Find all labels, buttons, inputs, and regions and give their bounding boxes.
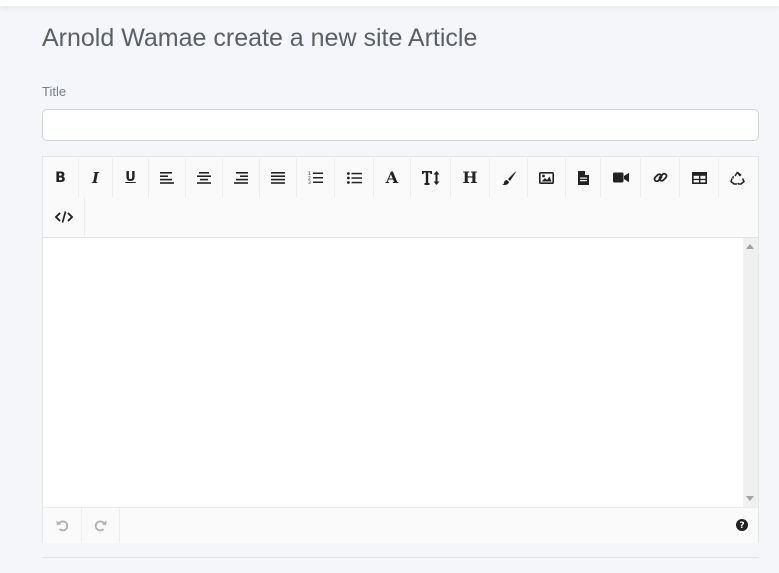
align-left-icon — [160, 171, 174, 184]
file-icon — [577, 170, 589, 185]
unordered-list-icon — [346, 171, 362, 184]
editor-content-area[interactable] — [43, 238, 743, 507]
ordered-list-button[interactable]: 123 — [297, 158, 335, 197]
redo-button[interactable] — [81, 508, 120, 542]
heading-button[interactable]: H — [451, 158, 490, 197]
font-icon: A — [385, 168, 399, 187]
table-icon — [691, 171, 707, 184]
scroll-up-arrow-icon[interactable] — [746, 244, 754, 249]
undo-icon — [56, 520, 68, 531]
form-divider — [42, 557, 759, 558]
header-icon: H — [462, 168, 478, 187]
align-left-button[interactable] — [149, 158, 186, 197]
question-circle-icon[interactable]: ? — [736, 519, 748, 531]
align-right-icon — [234, 171, 248, 184]
insert-link-button[interactable] — [641, 158, 680, 197]
text-height-icon — [421, 170, 439, 185]
svg-text:3: 3 — [308, 180, 311, 184]
font-button[interactable]: A — [374, 158, 411, 197]
bold-icon: B — [55, 169, 66, 186]
undo-button[interactable] — [43, 508, 82, 542]
code-icon — [54, 210, 73, 223]
unordered-list-button[interactable] — [335, 158, 374, 197]
link-icon — [653, 172, 667, 183]
redo-icon — [94, 520, 106, 531]
editor-scrollbar[interactable] — [743, 238, 758, 507]
insert-file-button[interactable] — [566, 158, 601, 197]
editor-toolbar: B I U 123 A H — [43, 157, 758, 238]
align-justify-button[interactable] — [260, 158, 297, 197]
align-center-button[interactable] — [186, 158, 223, 197]
italic-button[interactable]: I — [79, 158, 113, 197]
insert-table-button[interactable] — [680, 158, 719, 197]
font-size-button[interactable] — [411, 158, 451, 197]
underline-icon: U — [125, 170, 136, 185]
toolbar-row-1: B I U 123 A H — [43, 158, 756, 197]
insert-video-button[interactable] — [601, 158, 641, 197]
code-view-button[interactable] — [43, 197, 85, 236]
svg-text:?: ? — [739, 521, 744, 531]
video-icon — [612, 172, 629, 183]
scroll-down-arrow-icon[interactable] — [746, 496, 754, 501]
recycle-icon — [730, 171, 745, 185]
align-justify-icon — [271, 171, 285, 184]
ordered-list-icon: 123 — [308, 171, 323, 184]
page-title: Arnold Wamae create a new site Article — [42, 24, 478, 52]
align-right-button[interactable] — [223, 158, 260, 197]
bold-button[interactable]: B — [43, 158, 79, 197]
image-icon — [539, 171, 554, 184]
title-input[interactable] — [42, 109, 759, 141]
editor-statusbar: ? — [43, 507, 758, 543]
underline-button[interactable]: U — [113, 158, 149, 197]
title-label: Title — [42, 84, 67, 99]
paint-brush-icon — [501, 171, 516, 185]
insert-image-button[interactable] — [528, 158, 566, 197]
toolbar-row-2 — [43, 197, 85, 236]
top-bar — [0, 0, 779, 6]
italic-icon: I — [91, 168, 100, 187]
color-button[interactable] — [490, 158, 528, 197]
align-center-icon — [197, 171, 211, 184]
clear-format-button[interactable] — [719, 158, 756, 197]
rich-text-editor: B I U 123 A H ? — [42, 156, 759, 543]
